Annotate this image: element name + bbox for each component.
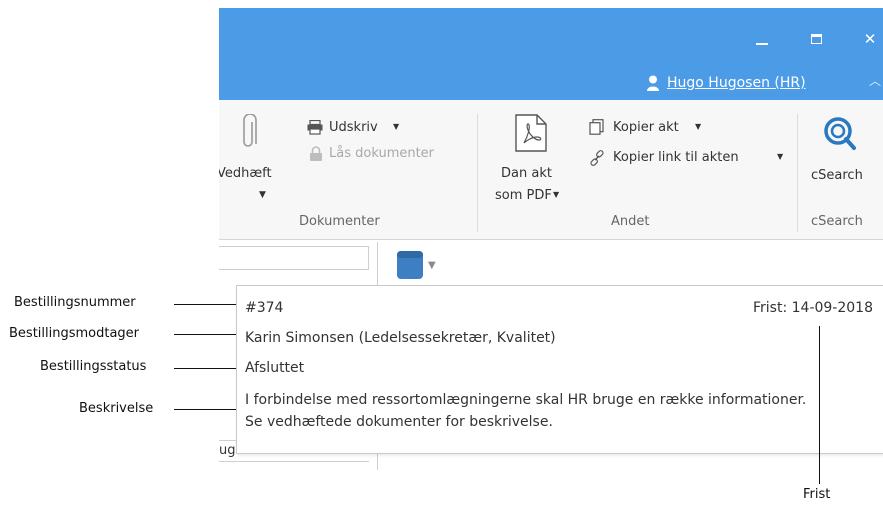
printer-icon [307, 120, 323, 135]
user-icon [647, 75, 659, 91]
dan-akt-label-2: som PDF [495, 188, 552, 203]
list-item-text: ug [219, 443, 236, 458]
csearch-label: cSearch [811, 168, 863, 183]
csearch-button[interactable]: cSearch [807, 112, 877, 192]
chevron-down-icon: ▼ [695, 122, 702, 131]
csearch-icon [824, 117, 856, 150]
copy-icon [589, 119, 604, 135]
callout-bestillingsmodtager: Bestillingsmodtager [9, 326, 140, 341]
udskriv-button[interactable]: Udskriv ▼ [307, 118, 417, 138]
ribbon-separator [477, 114, 478, 232]
title-bar: ✕ [219, 8, 883, 68]
callout-frist: Frist [803, 487, 831, 502]
kopier-link-button[interactable]: Kopier link til akten ▼ [589, 148, 799, 168]
callout-bestillingsstatus: Bestillingsstatus [40, 359, 147, 374]
dan-akt-label-1: Dan akt [501, 166, 552, 181]
group-label-dokumenter: Dokumenter [299, 214, 380, 229]
callout-line [174, 304, 236, 305]
order-tooltip-card: #374 Frist: 14-09-2018 Karin Simonsen (L… [236, 285, 883, 454]
collapse-ribbon-icon[interactable]: ︿ [869, 72, 881, 89]
order-description-line-2: Se vedhæftede dokumenter for beskrivelse… [245, 414, 553, 430]
kopier-akt-button[interactable]: Kopier akt ▼ [589, 118, 729, 138]
ribbon-separator [797, 114, 798, 232]
callout-line [174, 334, 236, 335]
book-dropdown-button[interactable]: ▼ [396, 248, 448, 282]
maximize-button[interactable] [793, 16, 839, 62]
pdf-icon [515, 114, 547, 152]
search-field[interactable] [219, 246, 369, 270]
order-description-line-1: I forbindelse med ressortomlægningerne s… [245, 392, 807, 408]
minimize-button[interactable] [739, 16, 785, 62]
chevron-down-icon: ▼ [259, 190, 266, 200]
callout-line [174, 409, 236, 410]
udskriv-label: Udskriv [329, 120, 378, 135]
order-deadline: Frist: 14-09-2018 [753, 300, 873, 316]
chevron-down-icon: ▼ [393, 122, 400, 131]
minimize-icon [756, 43, 768, 45]
callout-bestillingsnummer: Bestillingsnummer [14, 295, 136, 310]
close-icon: ✕ [863, 30, 877, 48]
vedhaeft-label: Vedhæft [219, 166, 272, 181]
close-button[interactable]: ✕ [847, 16, 883, 62]
callout-line [819, 326, 820, 484]
kopier-link-label: Kopier link til akten [613, 150, 739, 165]
user-menu[interactable]: Hugo Hugosen (HR) [647, 75, 806, 91]
lock-icon [310, 146, 322, 161]
callout-line [174, 368, 236, 369]
ribbon: Vedhæft ▼ Udskriv ▼ Lås dokumenter Dokum… [219, 100, 883, 240]
chevron-down-icon: ▼ [777, 152, 784, 161]
laas-label: Lås dokumenter [329, 146, 435, 161]
link-icon [590, 150, 604, 166]
group-label-andet: Andet [611, 214, 650, 229]
order-status: Afsluttet [245, 360, 305, 376]
vedhaeft-button[interactable]: Vedhæft ▼ [219, 110, 279, 210]
maximize-icon [810, 34, 822, 44]
callout-beskrivelse: Beskrivelse [79, 401, 154, 416]
dan-akt-button[interactable]: Dan akt som PDF ▼ [495, 112, 565, 212]
order-recipient: Karin Simonsen (Ledelsessekretær, Kvalit… [245, 330, 556, 346]
chevron-down-icon: ▼ [553, 190, 560, 199]
order-number: #374 [245, 300, 284, 316]
laas-dokumenter-button[interactable]: Lås dokumenter [307, 144, 467, 164]
group-label-csearch: cSearch [811, 214, 863, 229]
kopier-akt-label: Kopier akt [613, 120, 679, 135]
chevron-down-icon: ▼ [428, 259, 436, 271]
book-icon [397, 251, 423, 279]
paperclip-icon [243, 114, 257, 147]
user-name-link[interactable]: Hugo Hugosen (HR) [667, 75, 806, 91]
